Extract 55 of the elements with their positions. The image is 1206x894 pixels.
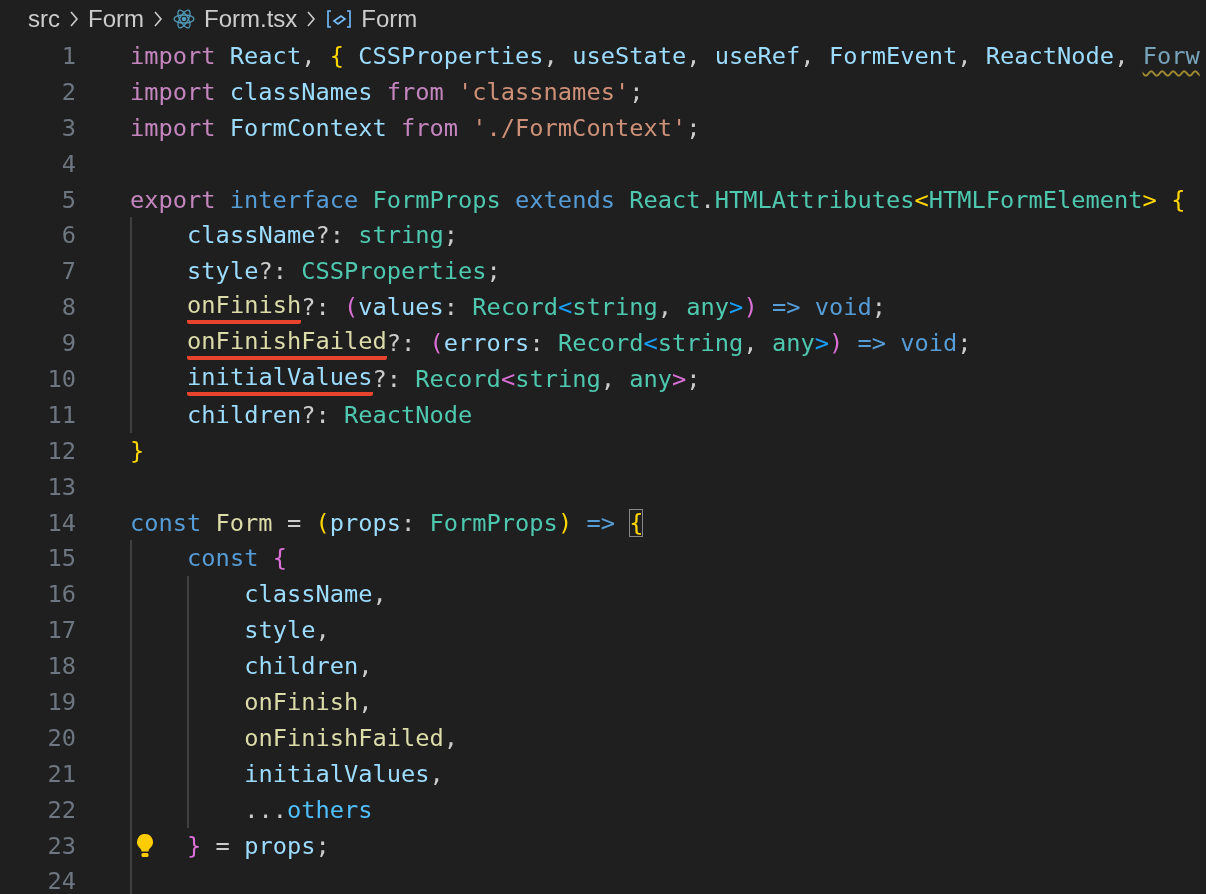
code-line: initialValues, — [244, 758, 444, 790]
line-number: 5 — [60, 185, 76, 214]
code-line: } — [130, 435, 145, 467]
chevron-right-icon — [152, 9, 164, 29]
code-line: import classNames from 'classnames'; — [130, 76, 644, 108]
code-line: onFinishFailed?: (errors: Record<string, any>) => void; — [187, 325, 972, 362]
line-number: 6 — [60, 221, 76, 250]
code-line: children, — [244, 651, 373, 683]
code-line: onFinish, — [244, 687, 373, 718]
code-line: style, — [244, 615, 330, 647]
line-number: 1 — [60, 41, 76, 70]
code-line: children?: ReactNode — [187, 399, 473, 431]
line-number: 10 — [46, 364, 76, 393]
code-line: initialValues?: Record<string, any>; — [187, 360, 701, 397]
line-number: 18 — [46, 652, 76, 681]
line-number: 15 — [46, 544, 76, 573]
line-number: 9 — [60, 329, 76, 358]
code-line: style?: CSSProperties; — [187, 256, 501, 288]
line-number: 24 — [46, 867, 76, 894]
line-number: 21 — [46, 759, 76, 788]
code-line: onFinish?: (values: Record<string, any>) => void; — [187, 289, 886, 326]
breadcrumb-item[interactable]: Form — [361, 5, 418, 33]
code-line: } = props; — [187, 830, 330, 862]
chevron-right-icon — [305, 9, 318, 29]
line-number: 8 — [60, 293, 76, 322]
code-line: export interface FormProps extends React.HTMLAttributes<HTMLFormElement> { — [130, 184, 1186, 216]
breadcrumb-item[interactable]: Form — [88, 5, 144, 33]
line-number: 20 — [46, 723, 76, 752]
code-line: onFinishFailed, — [244, 722, 459, 754]
react-atom-icon — [172, 7, 196, 31]
chevron-right-icon — [68, 9, 80, 29]
code-line: import FormContext from './FormContext'; — [130, 112, 701, 144]
code-line: ...others — [244, 794, 373, 826]
code-line: import React, { CSSProperties, useState, useRef, FormEvent, ReactNode, Forw — [130, 40, 1200, 72]
lightbulb-icon[interactable] — [134, 832, 156, 859]
line-number: 4 — [60, 149, 76, 178]
code-line: const { — [187, 543, 287, 575]
line-number: 7 — [60, 257, 76, 286]
breadcrumb-item[interactable]: Form.tsx — [204, 5, 298, 33]
code-line: const Form = (props: FormProps) => { — [130, 507, 644, 539]
code-line: className, — [244, 579, 387, 611]
line-number: 23 — [46, 831, 76, 860]
line-number: 2 — [60, 77, 76, 106]
line-number: 11 — [46, 400, 76, 429]
line-number: 19 — [46, 687, 76, 716]
line-number: 22 — [46, 795, 76, 824]
line-number: 16 — [46, 580, 76, 609]
line-number: 14 — [46, 508, 76, 537]
line-number: 3 — [60, 113, 76, 142]
code-line: className?: string; — [187, 220, 459, 252]
line-number: 12 — [46, 436, 76, 465]
symbol-variable-icon — [325, 7, 354, 31]
breadcrumb-item[interactable]: src — [28, 5, 60, 33]
line-number: 13 — [46, 472, 76, 501]
line-number: 17 — [46, 616, 76, 645]
